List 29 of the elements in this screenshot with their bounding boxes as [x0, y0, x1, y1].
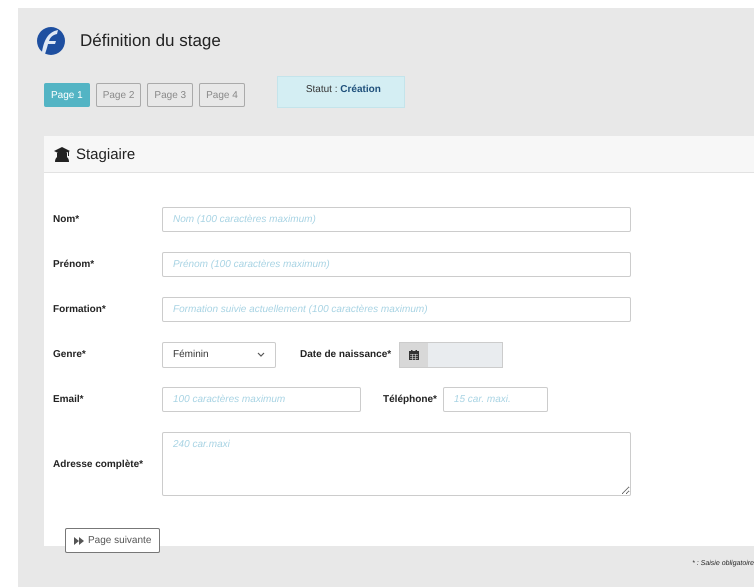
input-field[interactable]: Nom (100 caractères maximum): [162, 207, 631, 232]
field-label: Téléphone*: [383, 394, 437, 405]
input-field[interactable]: 100 caractères maximum: [162, 387, 361, 412]
graduate-icon: [54, 146, 70, 162]
text-area[interactable]: 240 car.maxi: [162, 432, 631, 496]
logo-icon: [36, 26, 66, 56]
dropdown[interactable]: Féminin: [162, 342, 276, 368]
date-field[interactable]: [399, 342, 504, 368]
input-field[interactable]: Formation suivie actuellement (100 caractères maximum): [162, 297, 631, 322]
input-field[interactable]: 15 car. maxi.: [442, 387, 548, 412]
fast-forward-icon: [74, 536, 84, 544]
page-tab[interactable]: Page 4: [199, 83, 245, 107]
page-tab[interactable]: Page 3: [147, 83, 194, 107]
next-page-button[interactable]: Page suivante: [65, 528, 160, 553]
calendar-icon: [409, 350, 420, 360]
section-header: Stagiaire: [44, 136, 754, 173]
field-label: Date de naissance*: [300, 349, 392, 360]
status-banner: Statut : Création: [276, 76, 405, 108]
page-title: Définition du stage: [80, 31, 221, 51]
chevron-icon: [257, 352, 265, 357]
field-label: Adresse complète*: [53, 458, 144, 470]
field-label: Nom*: [53, 214, 80, 225]
field-label: Prénom*: [53, 259, 96, 270]
field-label: Formation*: [53, 304, 107, 315]
page-tab[interactable]: Page 2: [96, 83, 142, 107]
field-label: Email*: [53, 394, 85, 405]
input-field[interactable]: Prénom (100 caractères maximum): [162, 252, 631, 277]
page-tab[interactable]: Page 1: [44, 83, 90, 107]
field-label: Genre*: [53, 349, 87, 360]
